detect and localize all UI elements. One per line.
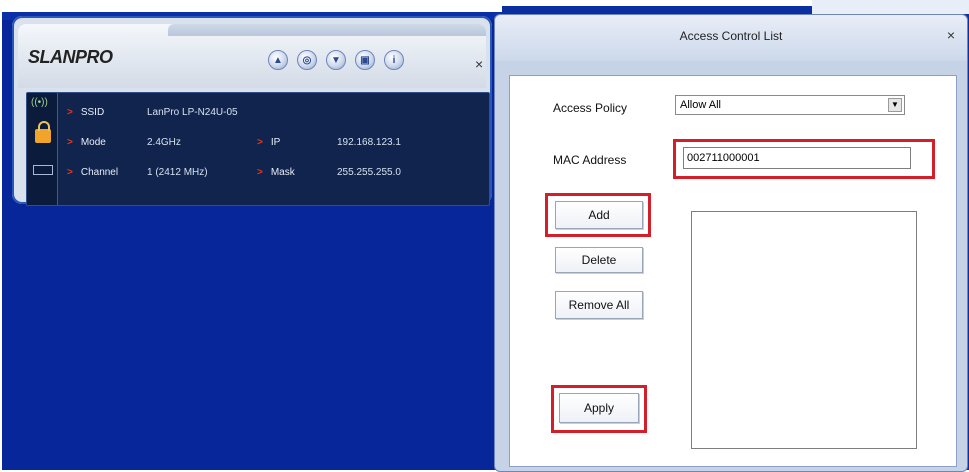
dialog-title: Access Control List — [679, 29, 783, 43]
remove-all-button[interactable]: Remove All — [555, 291, 643, 319]
channel-row: > Channel — [67, 167, 118, 178]
arrow-icon: > — [67, 107, 73, 118]
router-icon — [33, 165, 53, 175]
chevron-down-icon[interactable]: ▼ — [888, 98, 902, 112]
arrow-icon: > — [257, 167, 263, 178]
access-policy-select[interactable]: Allow All ▼ — [675, 95, 905, 115]
mac-address-value: 002711000001 — [687, 152, 760, 164]
utility-header: SLANPRO ▲ ◎ ▼ ▣ i × — [18, 24, 486, 88]
ap-mode-icon[interactable]: ▲ — [268, 50, 288, 70]
add-button[interactable]: Add — [555, 201, 643, 229]
header-tab — [168, 24, 486, 36]
dialog-close-button[interactable]: × — [947, 27, 955, 43]
mac-address-input[interactable]: 002711000001 — [683, 147, 911, 169]
ssid-row: > SSID — [67, 107, 104, 118]
access-policy-label: Access Policy — [553, 101, 628, 115]
ssid-label: SSID — [80, 107, 105, 118]
arrow-icon: > — [67, 167, 73, 178]
signal-icon: ((•)) — [31, 97, 48, 108]
mac-list[interactable] — [691, 211, 917, 449]
mask-row: > Mask — [257, 167, 295, 178]
mode-row: > Mode — [67, 137, 106, 148]
ip-row: > IP — [257, 137, 280, 148]
status-panel: ((•)) > SSID LanPro LP-N24U-05 > Mode 2.4G… — [26, 92, 490, 206]
access-control-dialog: Access Control List × Access Policy Allo… — [494, 14, 968, 472]
backdrop-tab — [812, 0, 969, 14]
lanpro-logo: SLANPRO — [28, 47, 113, 67]
status-icons: ((•)) — [27, 93, 58, 205]
toolbar-icons: ▲ ◎ ▼ ▣ i — [268, 50, 404, 70]
info-icon[interactable]: i — [384, 50, 404, 70]
mac-address-label: MAC Address — [553, 153, 627, 167]
mode-label: Mode — [80, 137, 106, 148]
config-icon[interactable]: ◎ — [297, 50, 317, 70]
access-policy-value: Allow All — [680, 99, 721, 111]
ip-value: 192.168.123.1 — [337, 137, 401, 148]
utility-window: SLANPRO ▲ ◎ ▼ ▣ i × ((•)) > SSID LanPro L… — [12, 16, 492, 206]
arrow-icon: > — [257, 137, 263, 148]
lock-icon — [35, 121, 51, 143]
ip-label: IP — [270, 137, 281, 148]
mask-label: Mask — [270, 167, 295, 178]
delete-button[interactable]: Delete — [555, 247, 643, 273]
arrow-icon: > — [67, 137, 73, 148]
apply-button[interactable]: Apply — [559, 393, 639, 423]
ssid-value: LanPro LP-N24U-05 — [147, 107, 238, 118]
wireless-icon[interactable]: ▼ — [326, 50, 346, 70]
channel-value: 1 (2412 MHz) — [147, 167, 208, 178]
channel-label: Channel — [80, 167, 119, 178]
dialog-titlebar: Access Control List — [495, 15, 967, 61]
settings-icon[interactable]: ▣ — [355, 50, 375, 70]
mask-value: 255.255.255.0 — [337, 167, 401, 178]
mode-value: 2.4GHz — [147, 137, 181, 148]
utility-close-button[interactable]: × — [475, 56, 483, 72]
